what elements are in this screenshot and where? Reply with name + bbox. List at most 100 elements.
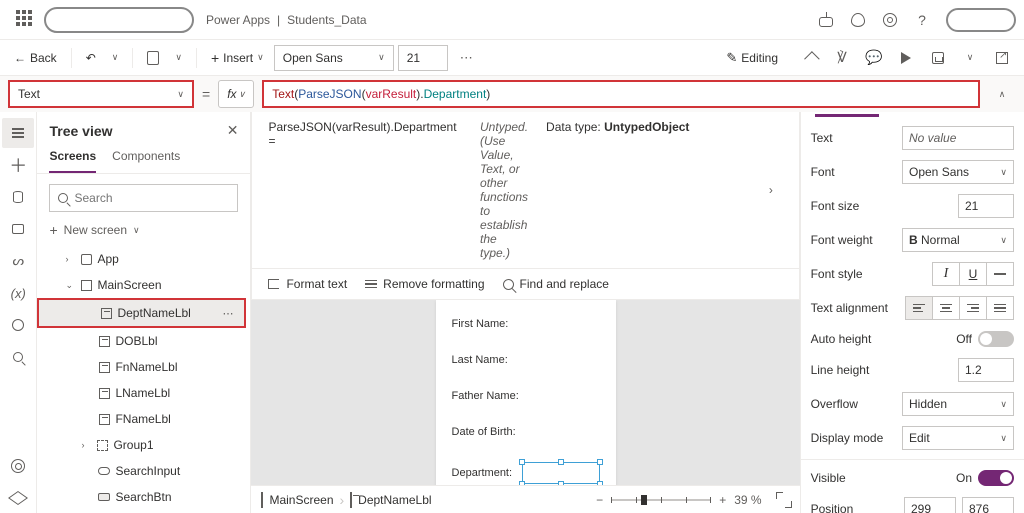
fx-button[interactable]: fx∨ <box>218 80 254 108</box>
screen-preview[interactable]: First Name: Last Name: Father Name: Date… <box>436 300 616 485</box>
prop-overflow-select[interactable]: Hidden∨ <box>902 392 1014 416</box>
paste-menu[interactable]: ∨ <box>169 48 188 67</box>
tab-screens[interactable]: Screens <box>49 143 96 173</box>
remove-formatting-button[interactable]: Remove formatting <box>365 277 484 291</box>
autoheight-toggle[interactable] <box>978 331 1014 347</box>
environment-pill[interactable] <box>44 7 194 33</box>
firstname-label: First Name: <box>452 318 600 330</box>
result-next-icon[interactable]: › <box>759 120 782 260</box>
back-button[interactable]: ←Back <box>8 47 63 69</box>
tree-panel: Tree view ✕ Screens Components +New scre… <box>37 112 251 513</box>
app-launcher-icon[interactable] <box>16 10 36 30</box>
tree-mainscreen[interactable]: ⌄MainScreen <box>37 272 250 298</box>
app-title: Power Apps | Students_Data <box>206 12 367 27</box>
editing-mode[interactable]: ✎Editing <box>720 46 792 70</box>
ask-virtual-agent-icon[interactable] <box>2 483 34 513</box>
tree-search-input[interactable] <box>74 191 229 205</box>
copilot-icon[interactable] <box>810 4 842 36</box>
canvas-area: ParseJSON(varResult).Department = Untype… <box>251 112 799 513</box>
app-checker-icon[interactable]: ℣ <box>828 44 856 72</box>
zoom-control[interactable]: − + 39 % <box>596 493 789 507</box>
formula-format-bar: Format text Remove formatting Find and r… <box>251 269 799 300</box>
align-left[interactable] <box>905 296 933 320</box>
property-selector[interactable]: Text∨ <box>8 80 194 108</box>
properties-panel: Text No value Font Open Sans∨ Font size … <box>800 112 1024 513</box>
tree-doblbl[interactable]: DOBLbl <box>37 328 250 354</box>
undo-menu[interactable]: ∨ <box>106 48 125 67</box>
insert-button[interactable]: +Insert∨ <box>205 46 270 70</box>
share-icon[interactable] <box>796 44 824 72</box>
settings-rail-icon[interactable] <box>2 451 34 481</box>
breadcrumb[interactable]: MainScreen › DeptNameLbl <box>261 492 431 508</box>
prop-y-input[interactable]: 876 <box>962 497 1014 513</box>
format-text-button[interactable]: Format text <box>268 277 347 291</box>
undo-button[interactable]: ↶ <box>80 47 102 69</box>
align-center[interactable] <box>932 296 960 320</box>
settings-icon[interactable] <box>874 4 906 36</box>
new-screen-button[interactable]: +New screen∨ <box>37 218 250 246</box>
comments-icon[interactable]: 💬 <box>860 44 888 72</box>
prop-x-input[interactable]: 299 <box>904 497 956 513</box>
paste-button[interactable] <box>141 47 165 69</box>
media-icon[interactable] <box>2 214 34 244</box>
data-icon[interactable] <box>2 182 34 212</box>
variables-icon[interactable]: (x) <box>2 278 34 308</box>
publish-icon[interactable] <box>988 44 1016 72</box>
formula-result-bar: ParseJSON(varResult).Department = Untype… <box>251 112 799 269</box>
formula-bar[interactable]: Text(ParseJSON(varResult).Department) <box>262 80 980 108</box>
tree-group1[interactable]: ›Group1 <box>37 432 250 458</box>
tree-app[interactable]: ›App <box>37 246 250 272</box>
underline-button[interactable]: U <box>959 262 987 286</box>
tree-searchbtn[interactable]: SearchBtn <box>37 484 250 510</box>
insert-rail-icon[interactable]: ＋ <box>2 150 34 180</box>
user-avatar[interactable] <box>946 8 1016 32</box>
prop-displaymode-select[interactable]: Edit∨ <box>902 426 1014 450</box>
zoom-value: 39 % <box>734 493 761 507</box>
canvas-stage[interactable]: First Name: Last Name: Father Name: Date… <box>251 300 799 485</box>
formula-expand[interactable]: ∧ <box>988 89 1016 100</box>
close-tree-icon[interactable]: ✕ <box>227 122 239 139</box>
find-replace-button[interactable]: Find and replace <box>503 277 609 291</box>
prop-fontsize-input[interactable]: 21 <box>958 194 1014 218</box>
prop-text-input[interactable]: No value <box>902 126 1014 150</box>
tree-search[interactable] <box>49 184 238 212</box>
tree-title: Tree view <box>49 123 112 139</box>
align-right[interactable] <box>959 296 987 320</box>
canvas-footer: MainScreen › DeptNameLbl − + 39 % <box>251 485 799 513</box>
advanced-tools-icon[interactable] <box>2 310 34 340</box>
help-icon[interactable]: ? <box>906 4 938 36</box>
tree-searchinput[interactable]: SearchInput <box>37 458 250 484</box>
strike-button[interactable] <box>986 262 1014 286</box>
zoom-in[interactable]: + <box>719 493 726 507</box>
notifications-icon[interactable] <box>842 4 874 36</box>
prop-align[interactable] <box>905 296 1014 320</box>
italic-button[interactable]: I <box>932 262 960 286</box>
power-automate-icon[interactable]: ᔕ <box>2 246 34 276</box>
dob-label: Date of Birth: <box>452 426 600 438</box>
fullscreen-icon[interactable] <box>778 494 790 506</box>
tree-fnamelbl[interactable]: FNameLbl <box>37 406 250 432</box>
font-size-input[interactable]: 21 <box>398 45 448 71</box>
save-icon[interactable] <box>924 44 952 72</box>
prop-lineheight-input[interactable]: 1.2 <box>958 358 1014 382</box>
align-justify[interactable] <box>986 296 1014 320</box>
top-header: Power Apps | Students_Data ? <box>0 0 1024 40</box>
tree-deptnamelbl[interactable]: DeptNameLbl⋯ <box>39 300 244 326</box>
search-rail-icon[interactable] <box>2 342 34 372</box>
selected-control[interactable] <box>522 462 599 484</box>
prop-fontweight-select[interactable]: B Normal∨ <box>902 228 1014 252</box>
command-bar: ←Back ↶ ∨ ∨ +Insert∨ Open Sans∨ 21 ⋯ ✎Ed… <box>0 40 1024 76</box>
tree-item-more[interactable]: ⋯ <box>222 307 234 320</box>
tree-lnamelbl[interactable]: LNameLbl <box>37 380 250 406</box>
prop-fontstyle[interactable]: I U <box>932 262 1014 286</box>
more-commands[interactable]: ⋯ <box>452 50 482 66</box>
tree-fnnamelbl[interactable]: FnNameLbl <box>37 354 250 380</box>
preview-icon[interactable] <box>892 44 920 72</box>
save-menu[interactable]: ∨ <box>956 44 984 72</box>
visible-toggle[interactable] <box>978 470 1014 486</box>
prop-font-select[interactable]: Open Sans∨ <box>902 160 1014 184</box>
tree-view-icon[interactable] <box>2 118 34 148</box>
font-select[interactable]: Open Sans∨ <box>274 45 394 71</box>
tab-components[interactable]: Components <box>112 143 180 173</box>
zoom-out[interactable]: − <box>596 493 603 507</box>
